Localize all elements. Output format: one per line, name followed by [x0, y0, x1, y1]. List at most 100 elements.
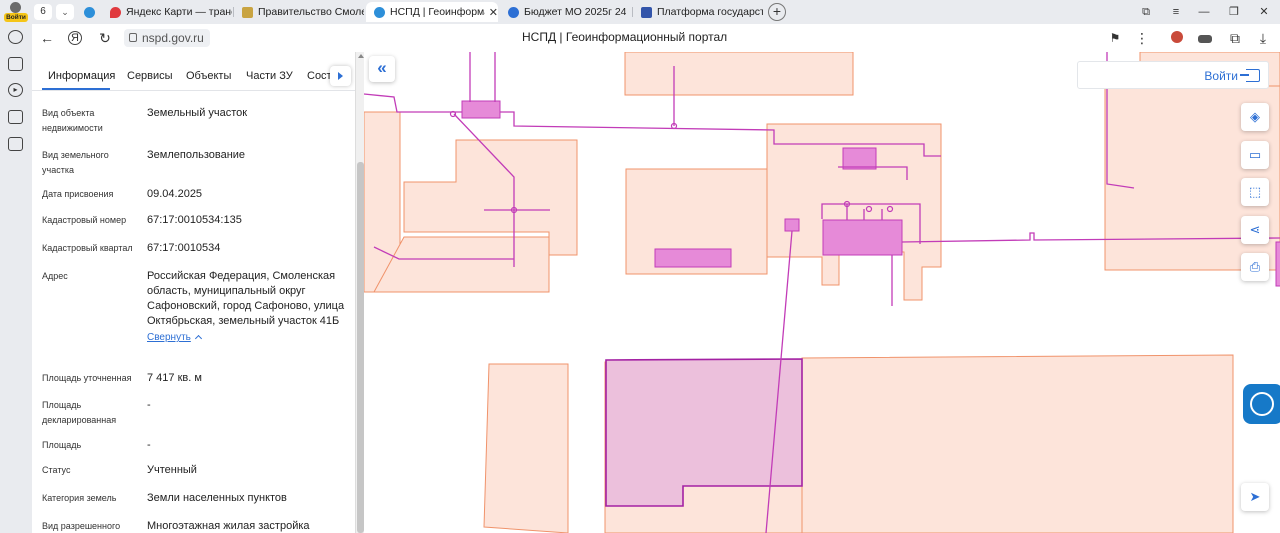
cadastral-map[interactable]: « Войти ◈ ▭ ⬚ ⋖ ⎙ ➤	[364, 52, 1280, 533]
share-button[interactable]: ⋖	[1241, 216, 1269, 244]
layers-button[interactable]: ◈	[1241, 103, 1269, 131]
attr-value: Российская Федерация, Смоленская область…	[147, 269, 347, 345]
login-arrow-icon[interactable]	[1240, 69, 1260, 82]
tab-count-button[interactable]: 6	[34, 4, 52, 20]
attr-label: Дата присвоения	[42, 189, 114, 199]
attr-label: Адрес	[42, 271, 68, 281]
attr-label: Площадь	[42, 440, 82, 450]
map-canvas[interactable]	[364, 52, 1280, 533]
collapse-link[interactable]: Свернуть	[147, 332, 191, 343]
window-close-icon[interactable]: ✕	[1254, 3, 1274, 21]
profile-button[interactable]: Войти	[4, 1, 28, 23]
attr-label: Кадастровый номер	[42, 215, 127, 225]
menu-icon[interactable]: ≡	[1166, 3, 1186, 21]
minimize-icon[interactable]: —	[1194, 3, 1214, 21]
url-field[interactable]: nspd.gov.ru	[124, 29, 210, 47]
attr-label: Вид объекта недвижимости	[42, 108, 103, 133]
assistant-button[interactable]	[1243, 384, 1280, 424]
attr-label: Площадь декларированная	[42, 400, 117, 425]
building[interactable]	[784, 218, 800, 232]
login-label[interactable]: Войти	[1204, 69, 1238, 83]
attr-row-cadastral-number: Кадастровый номер 67:17:0010534:135	[32, 213, 355, 241]
screenshot-icon[interactable]	[8, 137, 23, 151]
tab-objects[interactable]: Объекты	[186, 70, 231, 82]
panel-tabs: Информация Сервисы Объекты Части ЗУ Сост…	[32, 64, 355, 92]
attr-label: Вид земельного участка	[42, 150, 109, 175]
attr-label: Кадастровый квартал	[42, 243, 133, 253]
attr-value: 7 417 кв. м	[147, 372, 202, 384]
tab-counter-icon[interactable]	[8, 110, 23, 124]
attr-label: Вид разрешенного	[42, 521, 121, 531]
print-button[interactable]: ⎙	[1241, 253, 1269, 281]
panel-scrollbar[interactable]	[355, 52, 364, 533]
reload-icon[interactable]: ↻	[96, 29, 114, 47]
notes-icon[interactable]	[8, 57, 23, 71]
attr-row-permitted-use: Вид разрешенного Многоэтажная жилая заст…	[32, 519, 355, 533]
tab-information[interactable]: Информация	[48, 70, 115, 82]
bookmark-icon[interactable]: ⚑	[1106, 29, 1124, 47]
tab-nspd[interactable]: НСПД | Геоинформацио ✕	[366, 2, 498, 22]
tab-budget[interactable]: Бюджет МО 2025г 24.2.2025	[500, 2, 630, 22]
tabs-menu-chevron-icon[interactable]: ⌄	[56, 4, 74, 20]
chevron-up-icon[interactable]	[194, 334, 202, 343]
tab-collections-icon[interactable]: ⧉	[1136, 3, 1156, 21]
pinned-tab[interactable]	[80, 2, 102, 22]
building[interactable]	[461, 100, 501, 119]
new-tab-button[interactable]: +	[768, 3, 786, 21]
attr-row-address: Адрес Российская Федерация, Смоленская о…	[32, 269, 355, 371]
restore-icon[interactable]: ❐	[1224, 3, 1244, 21]
building[interactable]	[1275, 241, 1280, 287]
ruler-icon: ▭	[1248, 147, 1262, 162]
parcel[interactable]	[373, 236, 550, 293]
extension-icon[interactable]	[1168, 29, 1186, 47]
attr-value: Землепользование	[147, 149, 246, 161]
tab-bar: Войти 6 ⌄ Яндекс Карти — транспор Правит…	[0, 0, 1280, 24]
ruler-button[interactable]: ▭	[1241, 141, 1269, 169]
vpn-extension-icon[interactable]	[1196, 29, 1214, 47]
building[interactable]	[654, 248, 732, 268]
address-text: Российская Федерация, Смоленская область…	[147, 270, 345, 327]
attr-row-area-declared: Площадь декларированная -	[32, 398, 355, 438]
history-icon[interactable]	[8, 30, 23, 44]
scroll-up-arrow-icon[interactable]	[357, 52, 364, 60]
address-bar: ← Я ↻ nspd.gov.ru НСПД | Геоинформационн…	[32, 24, 1280, 52]
locate-button[interactable]: ➤	[1241, 483, 1269, 511]
parcel[interactable]	[483, 363, 569, 533]
tab-government[interactable]: Правительство Смоленско	[234, 2, 364, 22]
tab-gov-platform[interactable]: Платформа государственн	[633, 2, 763, 22]
play-icon[interactable]: ▸	[8, 83, 23, 97]
more-options-icon[interactable]: ⋮	[1133, 29, 1151, 47]
attr-label: Статус	[42, 465, 71, 475]
parcel[interactable]	[624, 52, 854, 96]
attr-row-status: Статус Учтенный	[32, 463, 355, 491]
parcel[interactable]	[801, 354, 1234, 533]
select-area-icon: ⬚	[1248, 184, 1262, 199]
profile-badge: Войти	[4, 13, 28, 22]
layers-icon: ◈	[1250, 109, 1260, 124]
login-bar[interactable]: Войти	[1077, 61, 1269, 89]
tab-yandex-maps[interactable]: Яндекс Карти — транспор	[102, 2, 232, 22]
close-icon[interactable]: ✕	[489, 6, 498, 19]
tabs-scroll-right-button[interactable]	[330, 66, 351, 86]
budget-site-icon	[508, 6, 519, 18]
coat-of-arms-icon	[242, 6, 253, 18]
building[interactable]	[842, 147, 877, 170]
attr-label: Площадь уточненная	[42, 373, 132, 383]
tabs-divider	[32, 90, 355, 91]
tab-parcel-parts[interactable]: Части ЗУ	[246, 70, 293, 82]
yandex-logo-icon[interactable]: Я	[68, 31, 82, 45]
share-extension-icon[interactable]: ⧉	[1226, 29, 1244, 47]
select-area-button[interactable]: ⬚	[1241, 178, 1269, 206]
collapse-panel-button[interactable]: «	[369, 56, 395, 82]
back-arrow-icon[interactable]: ←	[38, 29, 56, 47]
download-icon[interactable]: ⤓	[1254, 29, 1272, 47]
browser-sidebar: ▸	[0, 24, 32, 533]
attr-row-area: Площадь -	[32, 438, 355, 463]
attribute-list: Вид объекта недвижимости Земельный участ…	[32, 106, 355, 533]
user-icon	[10, 2, 21, 13]
selected-parcel[interactable]	[605, 358, 803, 507]
building[interactable]	[822, 219, 903, 256]
scrollbar-thumb[interactable]	[357, 162, 364, 533]
tab-services[interactable]: Сервисы	[127, 70, 173, 82]
navigation-arrow-icon: ➤	[1249, 489, 1261, 504]
